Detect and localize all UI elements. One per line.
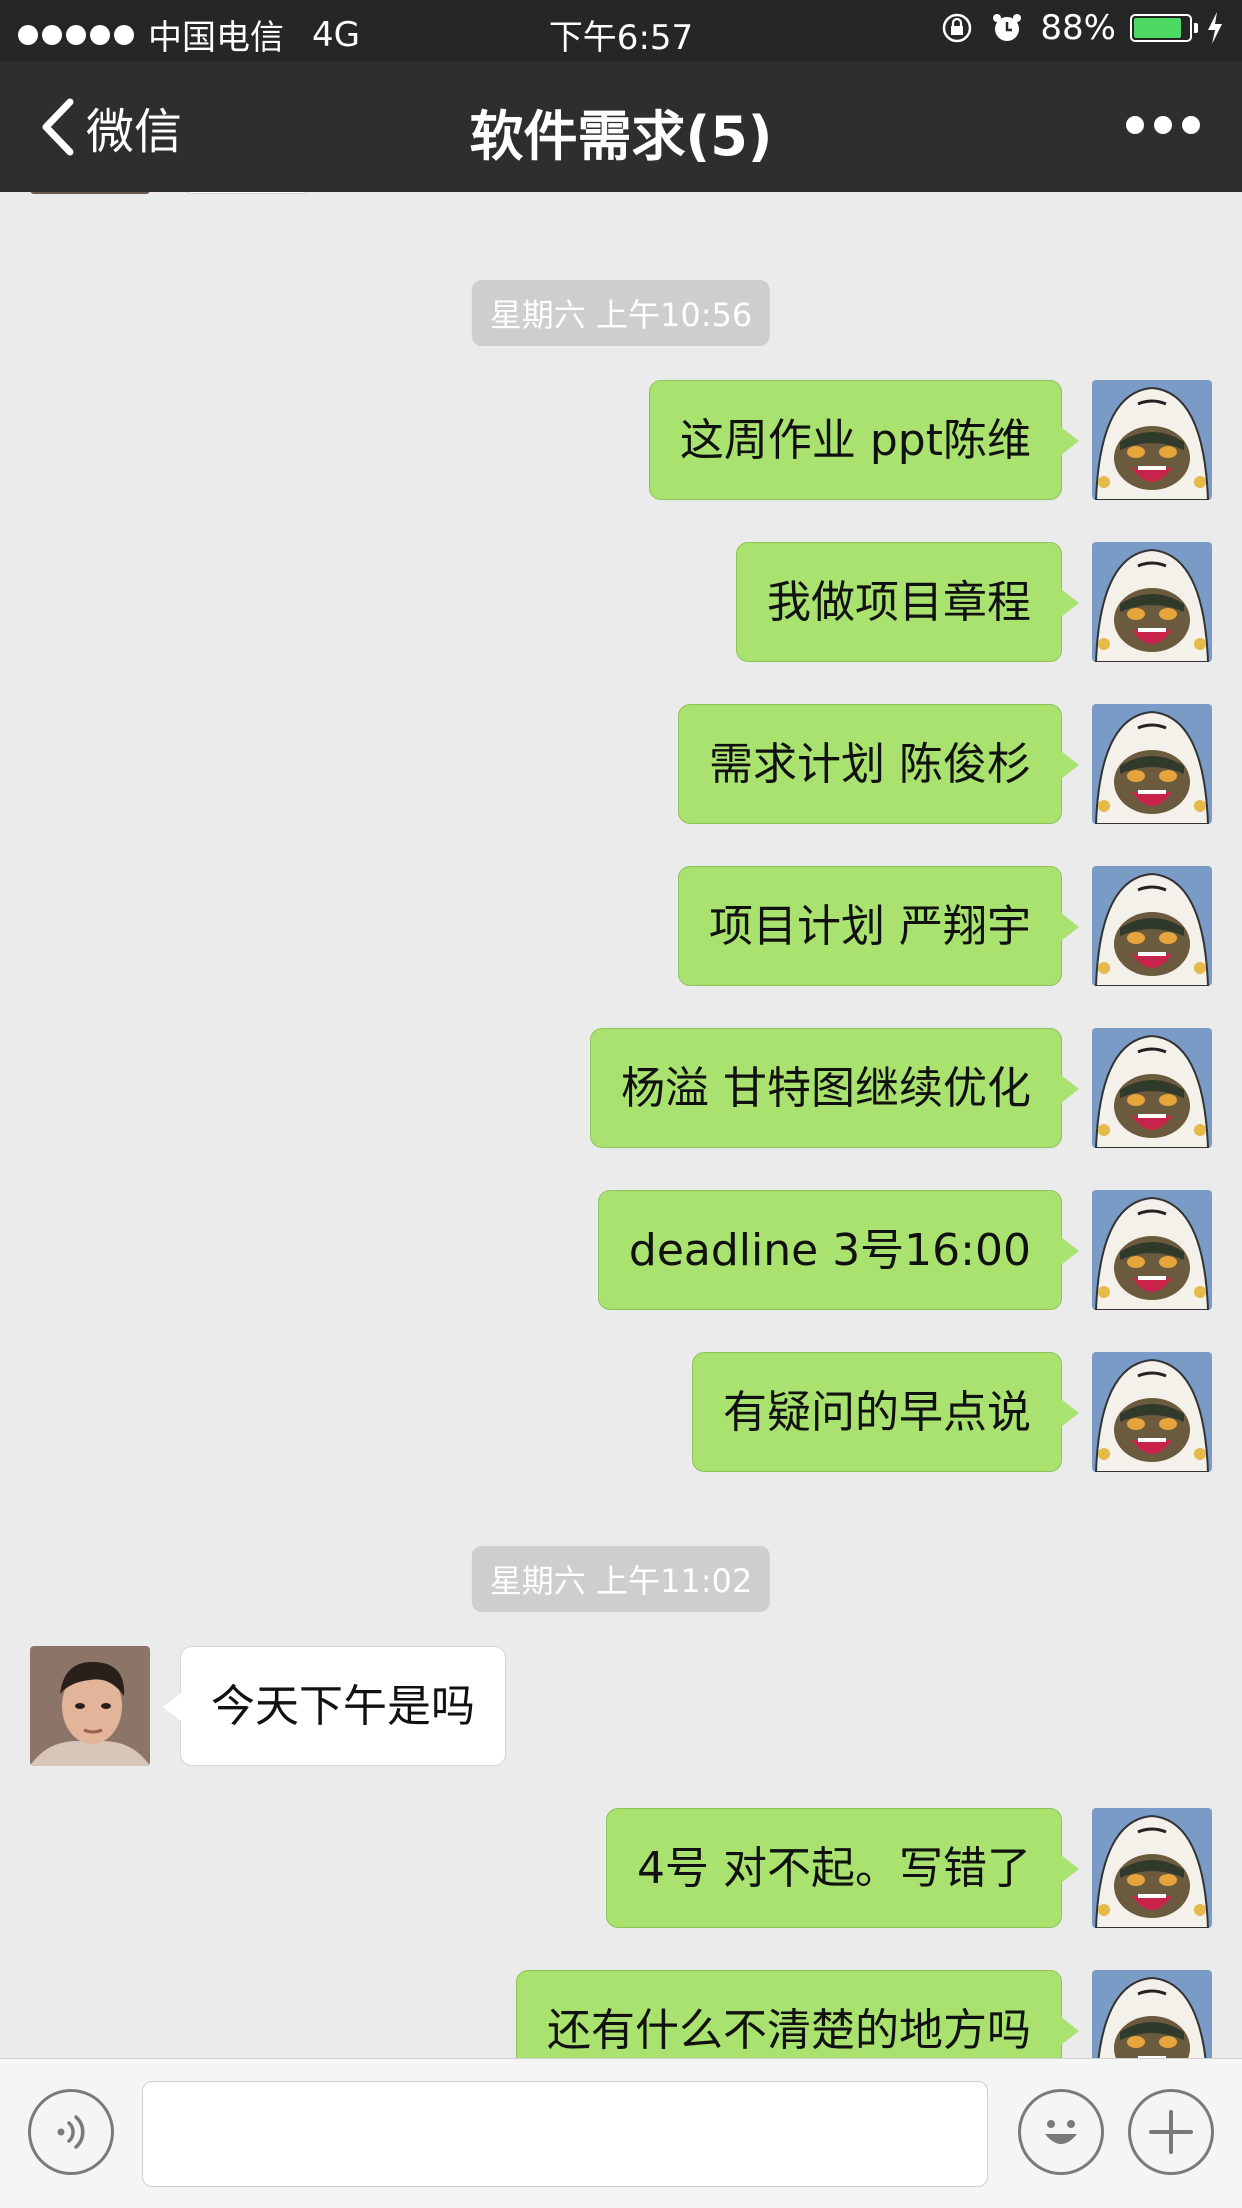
alarm-icon (993, 14, 1022, 41)
message-row: 项目计划 严翔宇 (0, 866, 1242, 988)
sent-message-bubble[interactable]: 4号 对不起。写错了 (606, 1808, 1079, 1928)
input-bar (0, 2058, 1242, 2208)
sent-message-bubble[interactable]: 需求计划 陈俊杉 (678, 704, 1079, 824)
battery-percent: 88% (1040, 8, 1116, 48)
rotation-lock-icon (943, 13, 972, 43)
message-row: 我做项目章程 (0, 542, 1242, 664)
message-row: 有疑问的早点说 (0, 1352, 1242, 1474)
avatar-image (1092, 1970, 1212, 2058)
chat-title: 软件需求(5) (469, 105, 773, 168)
avatar-other-partial[interactable] (30, 192, 150, 194)
sent-message-bubble[interactable]: 有疑问的早点说 (692, 1352, 1079, 1472)
message-row: 这周作业 ppt陈维 (0, 380, 1242, 502)
voice-button[interactable] (28, 2089, 114, 2175)
avatar-self[interactable] (1092, 866, 1212, 986)
avatar-other[interactable] (30, 1646, 150, 1766)
avatar-self[interactable] (1092, 1352, 1212, 1472)
avatar-self[interactable] (1092, 1970, 1212, 2058)
smiley-icon (1045, 2120, 1077, 2144)
status-bar: 中国电信 4G 下午6:57 88% (0, 0, 1242, 62)
battery-icon (1130, 14, 1198, 42)
message-row: 还有什么不清楚的地方吗 (0, 1970, 1242, 2058)
avatar-self[interactable] (1092, 1190, 1212, 1310)
avatar-image (1092, 380, 1212, 500)
message-input[interactable] (142, 2081, 988, 2187)
avatar-image (1092, 542, 1212, 662)
avatar-image (1092, 1028, 1212, 1148)
more-options-button[interactable] (1126, 116, 1200, 134)
avatar-self[interactable] (1092, 1808, 1212, 1928)
message-row: 需求计划 陈俊杉 (0, 704, 1242, 826)
message-row: 杨溢 甘特图继续优化 (0, 1028, 1242, 1150)
voice-icon (57, 2115, 85, 2149)
avatar-image (1092, 704, 1212, 824)
timestamp-1: 星期六 上午10:56 (471, 280, 771, 346)
message-row: deadline 3号16:00 (0, 1190, 1242, 1312)
sent-message-bubble[interactable]: 这周作业 ppt陈维 (648, 380, 1080, 500)
nav-bar: 微信 软件需求(5) (0, 62, 1242, 192)
sent-message-bubble[interactable]: 我做项目章程 (736, 542, 1079, 662)
sent-message-bubble[interactable]: 项目计划 严翔宇 (678, 866, 1079, 986)
sent-message-bubble[interactable]: 杨溢 甘特图继续优化 (590, 1028, 1079, 1148)
message-row-partial (0, 192, 1242, 196)
timestamp-2: 星期六 上午11:02 (471, 1546, 771, 1612)
avatar-image (1092, 1352, 1212, 1472)
message-row: 4号 对不起。写错了 (0, 1808, 1242, 1930)
sent-message-bubble[interactable]: 还有什么不清楚的地方吗 (516, 1970, 1079, 2058)
emoji-button[interactable] (1018, 2089, 1104, 2175)
plus-icon (1149, 2110, 1193, 2154)
status-right: 88% (940, 8, 1224, 48)
more-functions-button[interactable] (1128, 2089, 1214, 2175)
wechat-screen: 中国电信 4G 下午6:57 88% 微信 软件需求(5) 星期六 上午10:5… (0, 0, 1242, 2208)
message-row: 今天下午是吗 (0, 1646, 1242, 1768)
avatar-self[interactable] (1092, 704, 1212, 824)
avatar-self[interactable] (1092, 380, 1212, 500)
bubble-partial[interactable] (180, 192, 314, 194)
avatar-self[interactable] (1092, 1028, 1212, 1148)
sent-message-bubble[interactable]: deadline 3号16:00 (597, 1190, 1080, 1310)
avatar-self[interactable] (1092, 542, 1212, 662)
avatar-image (1092, 1190, 1212, 1310)
avatar-image (30, 1646, 150, 1766)
charging-bolt-icon (1208, 12, 1222, 44)
received-message-bubble[interactable]: 今天下午是吗 (163, 1646, 506, 1766)
avatar-image (1092, 866, 1212, 986)
avatar-image (1092, 1808, 1212, 1928)
chat-messages[interactable]: 星期六 上午10:56 星期六 上午11:02 这周作业 ppt陈维我做项目章程… (0, 192, 1242, 2058)
